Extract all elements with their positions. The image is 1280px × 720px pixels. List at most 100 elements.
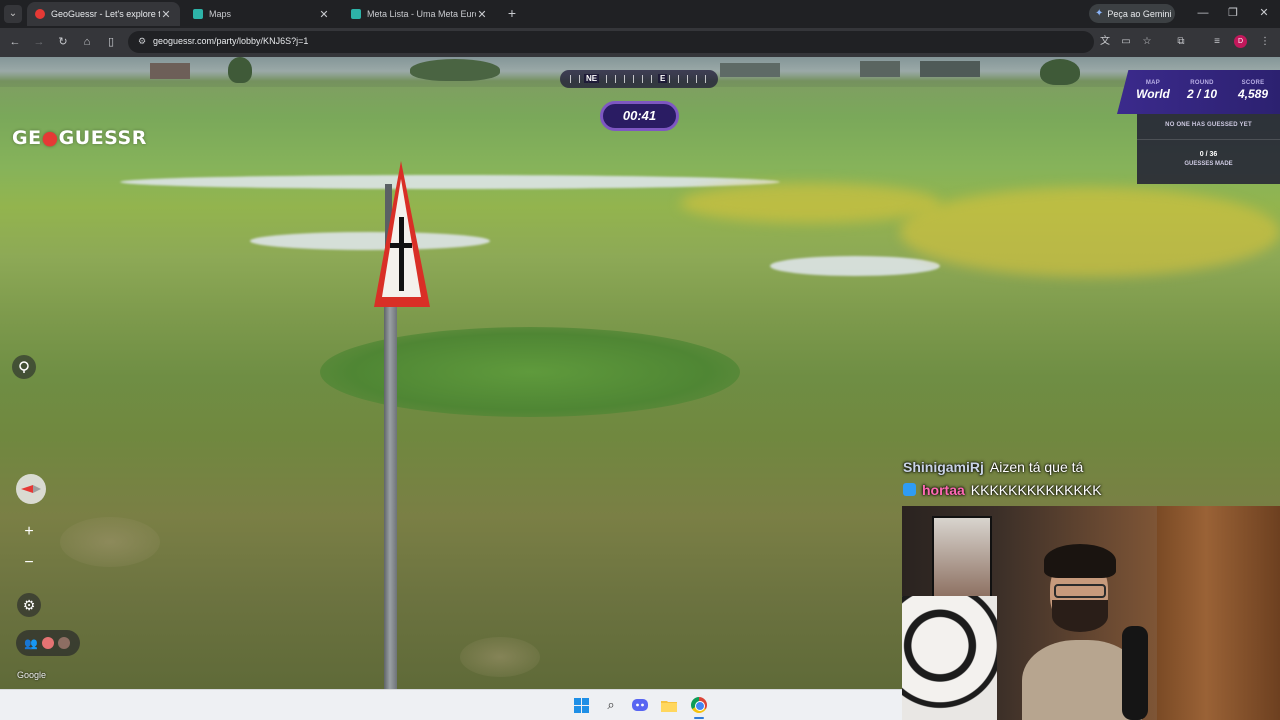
avatar [41, 637, 54, 649]
guess-count: 0 / 36 [1199, 151, 1218, 158]
stream-chat: ShinigamiRj Aizen tá que tá hortaa KKKKK… [903, 455, 1102, 501]
score-value: 4,589 [1237, 87, 1269, 101]
site-info-icon[interactable]: ⚙ [136, 35, 148, 47]
browser-tab-bar: ⌄ GeoGuessr - Let's explore the w ✕ Maps… [0, 0, 1280, 28]
wooden-cabinet [1157, 506, 1280, 720]
tab-title: GeoGuessr - Let's explore the w [51, 9, 160, 19]
gemini-button[interactable]: ✦ Peça ao Gemini [1089, 4, 1175, 23]
close-window-icon[interactable]: ✕ [1253, 4, 1275, 22]
tree [410, 59, 500, 81]
round-info: ROUND 2 / 10 [1183, 80, 1221, 101]
chat-text: Aizen tá que tá [989, 458, 1084, 475]
settings-gear-icon[interactable]: ⚙ [17, 593, 41, 617]
house [920, 61, 980, 77]
hair [1044, 544, 1116, 578]
score-info: SCORE 4,589 [1231, 80, 1275, 101]
reload-icon[interactable]: ↻ [54, 34, 72, 50]
browser-toolbar: ← → ↻ ⌂ ▯ ⚙ geoguessr.com/party/lobby/KN… [0, 28, 1280, 57]
house [150, 63, 190, 79]
chat-badge-icon [903, 483, 916, 496]
extensions-icon[interactable]: ⧉ [1174, 35, 1188, 49]
yellow-flowers [900, 187, 1280, 277]
back-icon[interactable]: ← [6, 34, 24, 50]
zoom-out-button[interactable]: − [18, 553, 40, 573]
tree [1040, 59, 1080, 85]
new-tab-button[interactable]: + [505, 5, 519, 21]
guesses-made-label: GUESSES MADE [1184, 161, 1233, 167]
zoom-in-button[interactable]: + [18, 522, 40, 542]
home-icon[interactable]: ⌂ [78, 34, 96, 50]
chat-username: hortaa [922, 481, 965, 498]
compass-strip: NE E [560, 70, 718, 88]
players-button[interactable]: 👥 [16, 630, 80, 656]
map-info: MAP World [1135, 80, 1171, 101]
map-value: World [1136, 87, 1170, 101]
logo-text-right: GUESSR [58, 127, 147, 149]
windows-taskbar: ⌕ [0, 689, 902, 720]
logo-text-left: GE [12, 127, 42, 149]
round-value: 2 / 10 [1186, 87, 1218, 101]
gemini-icon: ✦ [1095, 8, 1104, 19]
sign-pole [384, 252, 397, 689]
streamer-webcam [902, 506, 1280, 720]
close-tab-icon[interactable]: ✕ [318, 8, 330, 21]
geoguessr-favicon-icon [35, 9, 45, 19]
active-app-indicator [694, 717, 704, 719]
tab-geoguessr[interactable]: GeoGuessr - Let's explore the w ✕ [27, 2, 180, 26]
yellow-flowers [680, 183, 940, 223]
tab-meta-lista[interactable]: Meta Lista - Uma Meta Europa ✕ [343, 2, 496, 26]
dry-grass [60, 517, 160, 567]
maximize-icon[interactable]: ❐ [1222, 4, 1244, 22]
sidebar-icon[interactable]: ▯ [102, 34, 120, 50]
tree [228, 57, 252, 83]
close-tab-icon[interactable]: ✕ [160, 8, 172, 21]
minimize-icon[interactable]: — [1192, 4, 1214, 22]
round-label: ROUND [1190, 80, 1214, 86]
search-icon[interactable]: ⌕ [602, 696, 620, 714]
game-info-panel: MAP World ROUND 2 / 10 SCORE 4,589 [1117, 70, 1280, 114]
menu-icon[interactable]: ⋮ [1258, 35, 1272, 49]
divider [1137, 139, 1280, 140]
wall-poster [932, 516, 992, 600]
beard [1052, 600, 1108, 632]
round-timer: 00:41 [600, 101, 679, 131]
microphone [1122, 626, 1148, 720]
geoguessr-logo[interactable]: GE●GUESSR [12, 127, 147, 149]
discord-icon[interactable] [631, 696, 649, 714]
google-attribution: Google [17, 670, 47, 680]
cast-icon[interactable]: ▭ [1119, 35, 1133, 49]
close-tab-icon[interactable]: ✕ [476, 8, 488, 21]
players-icon: 👥 [24, 637, 38, 650]
bookmark-star-icon[interactable]: ☆ [1140, 35, 1154, 49]
glasses [1054, 584, 1106, 598]
address-bar[interactable]: ⚙ geoguessr.com/party/lobby/KNJ6S?j=1 [128, 31, 1094, 53]
compass-icon[interactable] [16, 474, 46, 504]
maps-favicon-icon [193, 9, 203, 19]
chrome-icon[interactable] [690, 696, 708, 714]
house [860, 61, 900, 77]
streamer [1022, 540, 1142, 720]
profile-avatar[interactable]: D [1234, 35, 1247, 48]
forward-icon[interactable]: → [30, 34, 48, 50]
chat-message: ShinigamiRj Aizen tá que tá [903, 455, 1102, 478]
tab-maps[interactable]: Maps ✕ [185, 2, 338, 26]
gemini-label: Peça ao Gemini [1107, 8, 1172, 19]
tab-search-icon[interactable]: ⌄ [4, 5, 22, 23]
file-explorer-icon[interactable] [660, 696, 678, 714]
windows-start-icon[interactable] [572, 696, 590, 714]
intersection-warning-sign-icon [374, 161, 430, 307]
puddle [770, 256, 940, 276]
grass-mound [320, 327, 740, 417]
score-label: SCORE [1241, 80, 1265, 86]
chat-username: ShinigamiRj [903, 458, 984, 475]
translate-icon[interactable]: 文 [1098, 35, 1112, 49]
guess-status-panel: NO ONE HAS GUESSED YET 0 / 36 GUESSES MA… [1137, 114, 1280, 184]
chat-message: hortaa KKKKKKKKKKKKKK [903, 478, 1102, 501]
pin-toggle-icon[interactable] [12, 355, 36, 379]
no-guess-text: NO ONE HAS GUESSED YET [1165, 122, 1252, 128]
tab-title: Maps [209, 9, 232, 19]
tab-title: Meta Lista - Uma Meta Europa [367, 9, 476, 19]
media-icon[interactable]: ≡ [1210, 35, 1224, 49]
meta-favicon-icon [351, 9, 361, 19]
house [720, 63, 780, 77]
